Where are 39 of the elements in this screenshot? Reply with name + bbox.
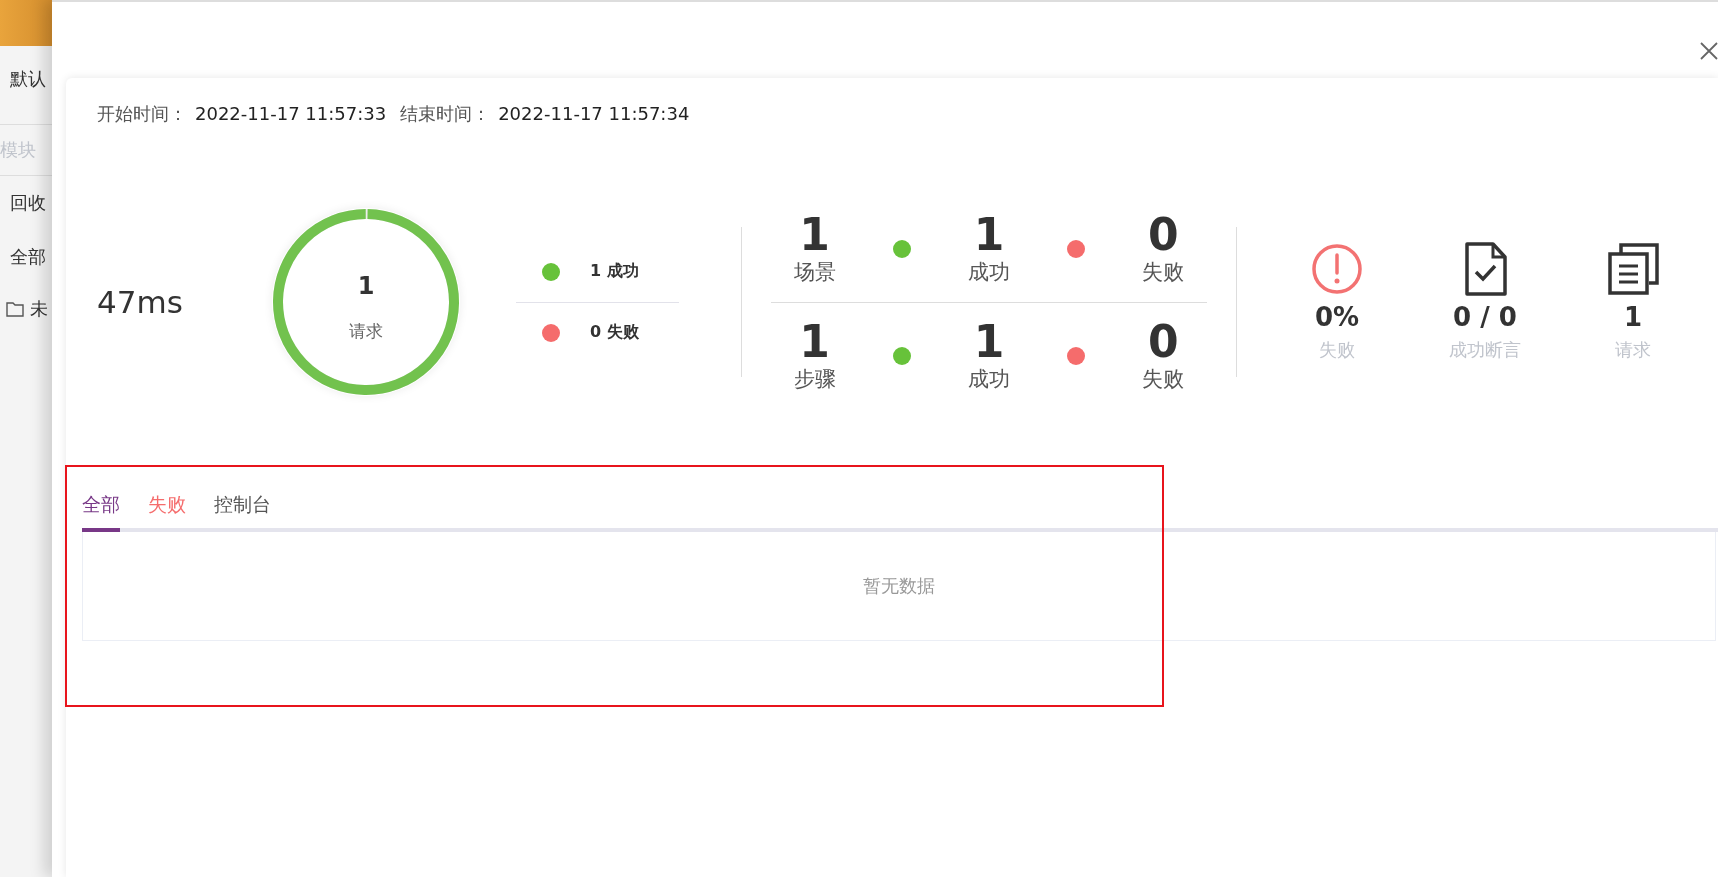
- copy-icon: [1607, 242, 1659, 296]
- summary-value: 1: [1623, 302, 1643, 332]
- nav-label[interactable]: 未: [30, 297, 48, 321]
- summary-value: 0 / 0: [1453, 302, 1517, 332]
- empty-message: 暂无数据: [863, 574, 935, 598]
- nav-label[interactable]: 默认: [10, 67, 46, 91]
- close-icon[interactable]: [1700, 42, 1718, 60]
- count-label: 失败: [1142, 258, 1185, 286]
- count-label: 失败: [1142, 365, 1185, 393]
- nav-label[interactable]: 回收: [10, 191, 46, 215]
- nav-label[interactable]: 全部: [10, 245, 46, 269]
- summary-label: 请求: [1615, 338, 1651, 362]
- count-value: 0: [1148, 318, 1179, 365]
- count-label: 步骤: [793, 365, 836, 393]
- time-label: 开始时间：: [97, 103, 187, 124]
- count-label: 场景: [793, 258, 836, 286]
- time-value: 2022-11-17 11:57:33: [195, 103, 387, 124]
- count-value: 0: [1148, 211, 1179, 258]
- folder-icon: [6, 301, 24, 317]
- request-label: 请求: [349, 319, 383, 343]
- time-label: 结束时间：: [400, 103, 491, 124]
- summary-label: 成功断言: [1449, 338, 1521, 362]
- alert-icon: [1311, 242, 1363, 296]
- count-value: 1: [973, 318, 1005, 365]
- legend-text: 1 成功: [590, 261, 639, 282]
- app-header: [0, 0, 52, 46]
- count-value: 1: [973, 211, 1005, 258]
- time-value: 2022-11-17 11:57:34: [498, 103, 690, 124]
- count-label: 成功: [968, 365, 1010, 393]
- summary-value: 0%: [1314, 302, 1360, 332]
- summary-label: 失败: [1319, 338, 1355, 362]
- tab[interactable]: 全部: [82, 492, 120, 532]
- legend-text: 0 失败: [590, 322, 639, 343]
- tab[interactable]: 控制台: [214, 492, 271, 532]
- count-value: 1: [799, 211, 830, 258]
- request-count: 1: [357, 271, 375, 300]
- count-label: 成功: [968, 258, 1010, 286]
- duration-value: 47ms: [97, 284, 184, 320]
- count-value: 1: [799, 318, 830, 365]
